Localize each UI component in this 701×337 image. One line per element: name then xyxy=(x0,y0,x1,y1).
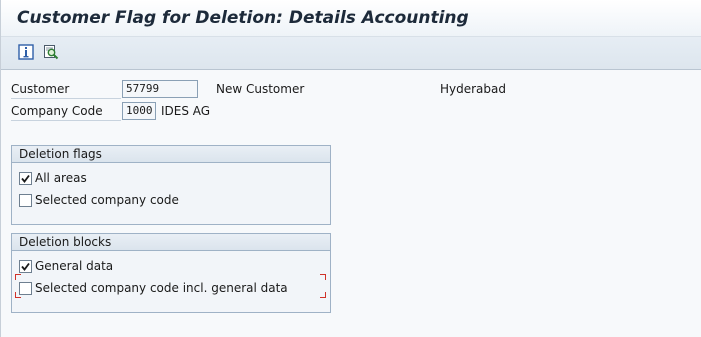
checkbox-all-areas[interactable] xyxy=(19,171,32,185)
company-code-label-underline xyxy=(11,120,121,121)
checkbox-selected-company-code-label: Selected company code xyxy=(35,193,179,207)
title-bar: Customer Flag for Deletion: Details Acco… xyxy=(1,0,701,37)
deletion-flags-title: Deletion flags xyxy=(12,146,330,163)
application-toolbar xyxy=(1,37,701,70)
sap-window: Customer Flag for Deletion: Details Acco… xyxy=(0,0,701,337)
focus-corner-bottom-left xyxy=(15,292,21,298)
checkbox-general-data-row[interactable]: General data xyxy=(19,258,113,274)
page-title: Customer Flag for Deletion: Details Acco… xyxy=(17,8,469,28)
customer-label: Customer xyxy=(11,82,70,96)
deletion-blocks-title: Deletion blocks xyxy=(12,234,330,251)
checkmark-icon xyxy=(21,174,30,183)
checkbox-all-areas-label: All areas xyxy=(35,171,87,185)
customer-city: Hyderabad xyxy=(440,82,506,96)
deletion-blocks-group: Deletion blocks General data Selected co… xyxy=(11,233,331,313)
info-icon xyxy=(18,44,34,60)
checkbox-selected-company-code[interactable] xyxy=(19,193,32,207)
find-document-button[interactable] xyxy=(43,44,59,60)
customer-name: New Customer xyxy=(216,82,305,96)
main-content: Customer 57799 New Customer Hyderabad Co… xyxy=(1,70,701,337)
company-code-name: IDES AG xyxy=(161,104,211,118)
focus-corner-top-left xyxy=(15,274,21,280)
checkbox-general-data[interactable] xyxy=(19,259,32,273)
info-button[interactable] xyxy=(18,44,34,60)
checkbox-selected-company-code-general-row[interactable]: Selected company code incl. general data xyxy=(19,280,288,296)
checkbox-selected-company-code-general-label: Selected company code incl. general data xyxy=(35,281,288,295)
checkmark-icon xyxy=(21,262,30,271)
checkbox-general-data-label: General data xyxy=(35,259,114,273)
checkbox-selected-company-code-row[interactable]: Selected company code xyxy=(19,192,179,208)
company-code-field[interactable]: 1000 xyxy=(122,102,156,120)
company-code-label: Company Code xyxy=(11,104,103,118)
find-document-icon xyxy=(43,44,59,60)
customer-field[interactable]: 57799 xyxy=(122,80,198,98)
focus-corner-top-right xyxy=(320,274,326,280)
focus-corner-bottom-right xyxy=(320,292,326,298)
deletion-flags-group: Deletion flags All areas Selected compan… xyxy=(11,145,331,225)
checkbox-all-areas-row[interactable]: All areas xyxy=(19,170,87,186)
customer-label-underline xyxy=(11,98,121,99)
